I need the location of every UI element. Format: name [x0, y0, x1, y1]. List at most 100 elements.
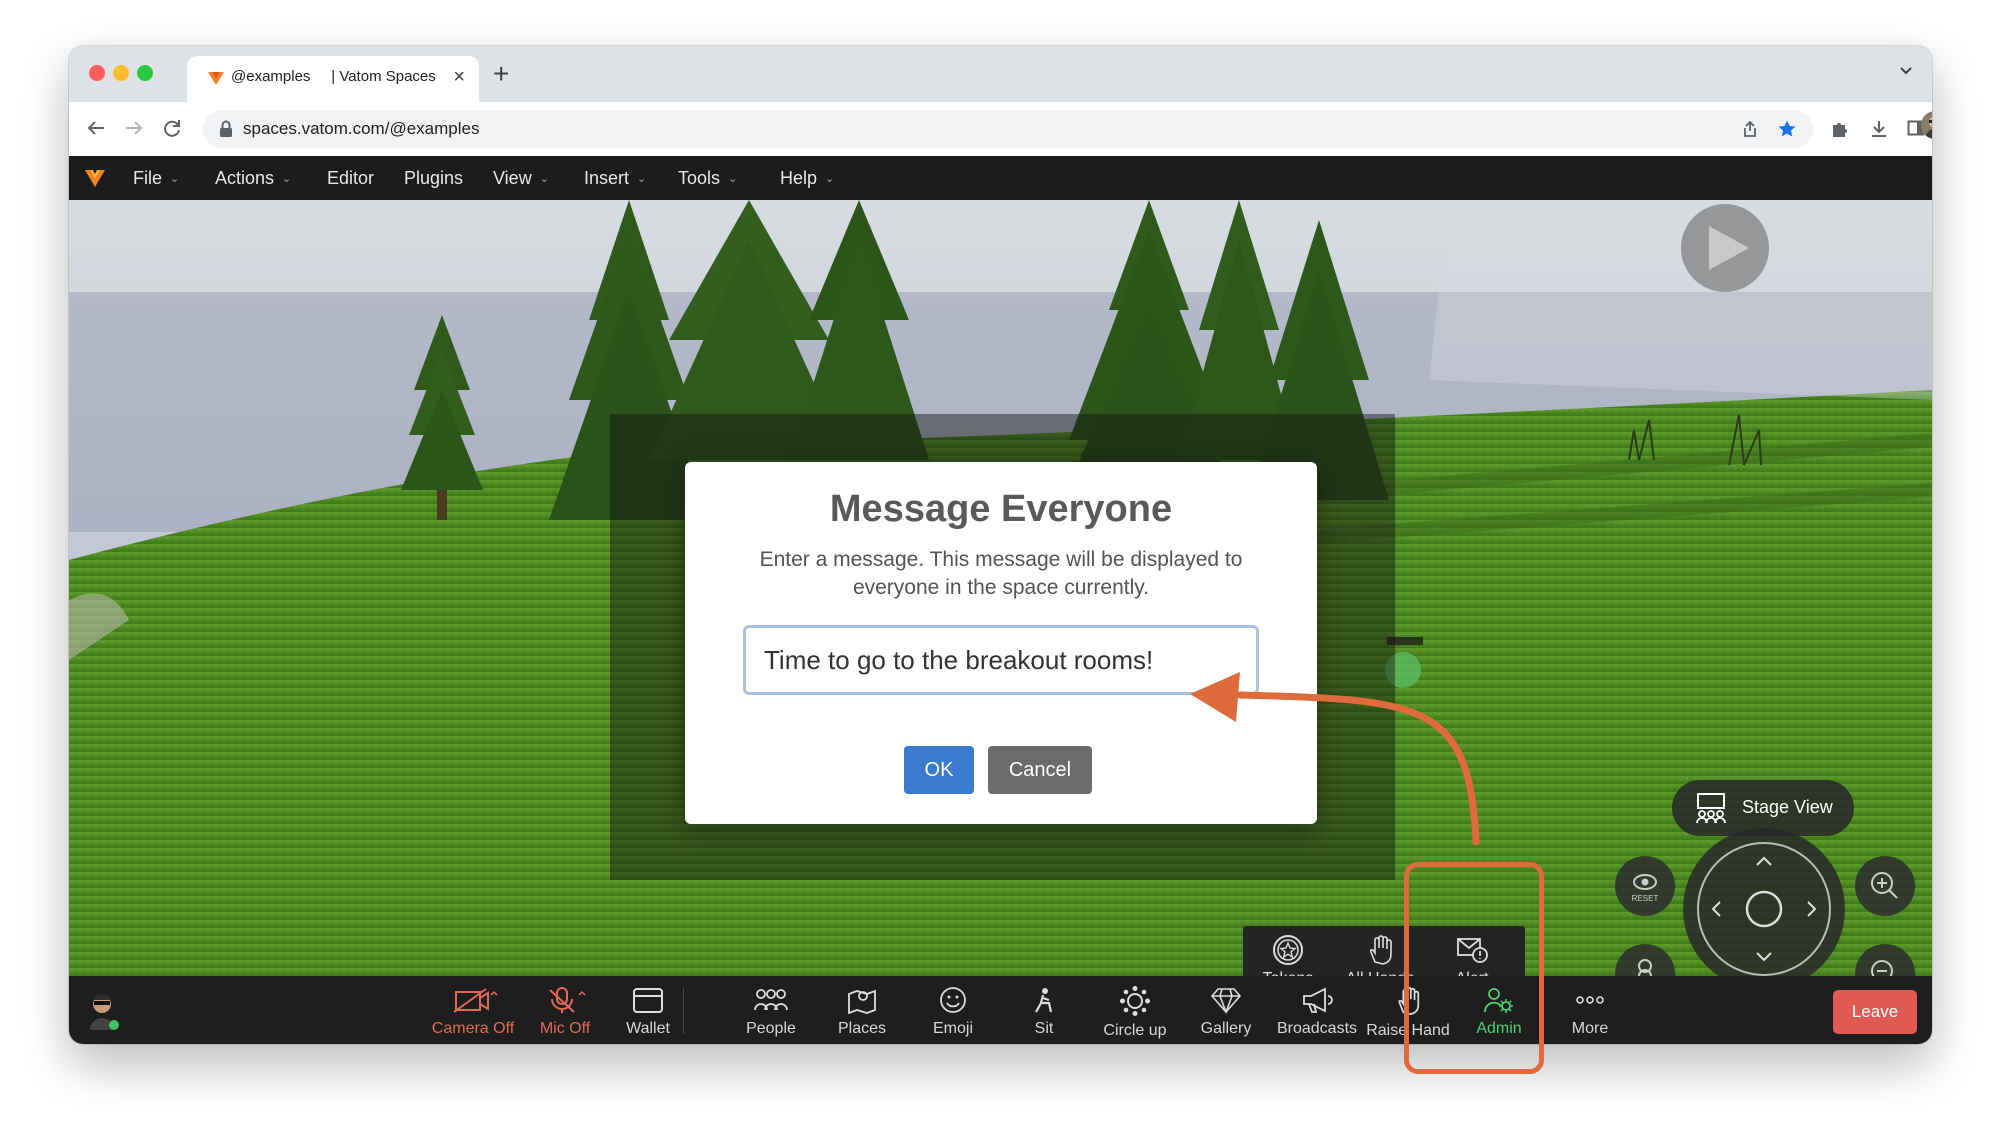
browser-tab[interactable]: @examples | Vatom Spaces ×	[187, 56, 479, 102]
stage-view-icon	[1694, 792, 1728, 824]
map-pin-icon	[848, 989, 876, 1014]
menu-editor[interactable]: Editor	[327, 168, 374, 189]
menu-insert[interactable]: Insert ⌄	[584, 168, 646, 189]
broadcasts-button[interactable]: Broadcasts	[1269, 986, 1365, 1038]
menu-actions[interactable]: Actions ⌄	[215, 168, 291, 189]
bookmark-star-icon[interactable]	[1777, 119, 1797, 139]
menu-label: Plugins	[404, 168, 464, 188]
gallery-label: Gallery	[1200, 1020, 1252, 1037]
places-button[interactable]: Places	[814, 986, 910, 1038]
chevron-down-icon: ⌄	[728, 173, 738, 185]
address-bar[interactable]: spaces.vatom.com/@examples	[203, 110, 1813, 148]
user-avatar[interactable]	[87, 990, 121, 1030]
more-label: More	[1571, 1020, 1609, 1037]
hand-icon	[1369, 935, 1392, 965]
joystick-right-icon	[1807, 901, 1817, 917]
menu-label: Actions	[215, 168, 275, 188]
menu-label: View	[493, 168, 532, 188]
sit-label: Sit	[1034, 1020, 1054, 1037]
mic-off-label: Mic Off	[539, 1020, 591, 1037]
stage-view-label: Stage View	[1742, 797, 1833, 817]
people-icon	[754, 989, 788, 1011]
wallet-label: Wallet	[626, 1020, 670, 1037]
annotation-highlight-box	[1404, 862, 1544, 1074]
minimize-window-button[interactable]	[113, 65, 129, 81]
menu-label: Insert	[584, 168, 630, 188]
diamond-icon	[1210, 988, 1242, 1014]
3d-scene-viewport[interactable]: Message Everyone Enter a message. This m…	[69, 200, 1932, 976]
new-tab-button[interactable]: +	[493, 58, 509, 90]
menu-file[interactable]: File ⌄	[133, 168, 179, 189]
browser-window: @examples | Vatom Spaces × + spaces.vato…	[69, 46, 1932, 1044]
gallery-button[interactable]: Gallery	[1178, 986, 1274, 1038]
reload-icon[interactable]	[161, 117, 183, 139]
joystick-up-icon	[1756, 856, 1772, 866]
tab-close-icon[interactable]: ×	[453, 66, 465, 89]
sit-button[interactable]: Sit	[996, 986, 1092, 1038]
more-button[interactable]: More	[1542, 986, 1638, 1038]
chevron-down-icon: ⌄	[637, 173, 647, 185]
dialog-title: Message Everyone	[829, 488, 1173, 530]
menu-label: Tools	[678, 168, 721, 188]
menu-label: Help	[780, 168, 818, 188]
menu-help[interactable]: Help ⌄	[780, 168, 834, 189]
camera-off-button[interactable]: Camera Off	[417, 986, 529, 1038]
reset-label: RESET	[1631, 894, 1659, 903]
person-pin-icon	[1638, 959, 1652, 976]
eye-reset-icon	[1633, 874, 1657, 890]
menu-plugins[interactable]: Plugins	[404, 168, 463, 189]
leave-button[interactable]: Leave	[1833, 990, 1917, 1034]
vatom-logo-icon[interactable]	[84, 168, 106, 188]
menu-view[interactable]: View ⌄	[493, 168, 549, 189]
back-arrow-icon[interactable]	[85, 117, 107, 139]
message-everyone-dialog: Message Everyone Enter a message. This m…	[685, 462, 1317, 824]
maximize-window-button[interactable]	[137, 65, 153, 81]
extensions-puzzle-icon[interactable]	[1829, 119, 1849, 139]
mic-off-button[interactable]: Mic Off	[517, 986, 613, 1038]
download-icon[interactable]	[1869, 119, 1889, 139]
emoji-button[interactable]: Emoji	[905, 986, 1001, 1038]
wallet-button[interactable]: Wallet	[600, 986, 696, 1038]
reset-view-button[interactable]: RESET	[1615, 856, 1675, 916]
video-play-icon	[1681, 204, 1769, 292]
zoom-in-button[interactable]	[1855, 856, 1915, 916]
joystick-down-icon	[1756, 952, 1772, 962]
camera-off-label: Camera Off	[431, 1020, 515, 1037]
zoom-out-button[interactable]	[1855, 944, 1915, 976]
menu-tools[interactable]: Tools ⌄	[678, 168, 737, 189]
joystick-left-icon	[1711, 901, 1721, 917]
broadcasts-label: Broadcasts	[1276, 1020, 1358, 1037]
lock-icon[interactable]	[219, 120, 233, 138]
smiley-icon	[940, 987, 966, 1013]
dialog-description: Enter a message. This message will be di…	[759, 548, 1243, 599]
camera-off-icon	[453, 988, 498, 1013]
more-dots-icon	[1576, 996, 1604, 1004]
emoji-label: Emoji	[932, 1020, 973, 1037]
tab-search-icon[interactable]	[1898, 62, 1914, 78]
token-star-icon	[1273, 935, 1303, 965]
zoom-in-icon	[1871, 872, 1898, 899]
people-label: People	[746, 1020, 796, 1037]
ok-button[interactable]: OK	[904, 746, 974, 794]
menu-label: Editor	[327, 168, 375, 188]
share-icon[interactable]	[1741, 120, 1759, 138]
message-input[interactable]	[743, 625, 1259, 695]
chevron-down-icon: ⌄	[170, 173, 180, 185]
megaphone-icon	[1303, 987, 1333, 1013]
places-label: Places	[837, 1020, 887, 1037]
cancel-button[interactable]: Cancel	[988, 746, 1092, 794]
people-button[interactable]: People	[723, 986, 819, 1038]
forward-arrow-icon[interactable]	[123, 117, 145, 139]
url-text[interactable]: spaces.vatom.com/@examples	[243, 119, 479, 139]
zoom-out-icon	[1871, 960, 1893, 976]
avatar-pose-button[interactable]	[1615, 944, 1675, 976]
wallet-icon	[633, 988, 663, 1013]
chevron-down-icon: ⌄	[825, 173, 835, 185]
circle-up-button[interactable]: Circle up	[1087, 986, 1183, 1040]
chevron-down-icon: ⌄	[539, 173, 549, 185]
circle-up-label: Circle up	[1103, 1022, 1167, 1039]
close-window-button[interactable]	[89, 65, 105, 81]
movement-joystick[interactable]	[1683, 828, 1845, 976]
vatom-favicon-icon	[207, 70, 225, 86]
app-menu-bar: File ⌄ Actions ⌄ Editor Plugins View ⌄ Insert ⌄ To…	[69, 156, 1932, 200]
